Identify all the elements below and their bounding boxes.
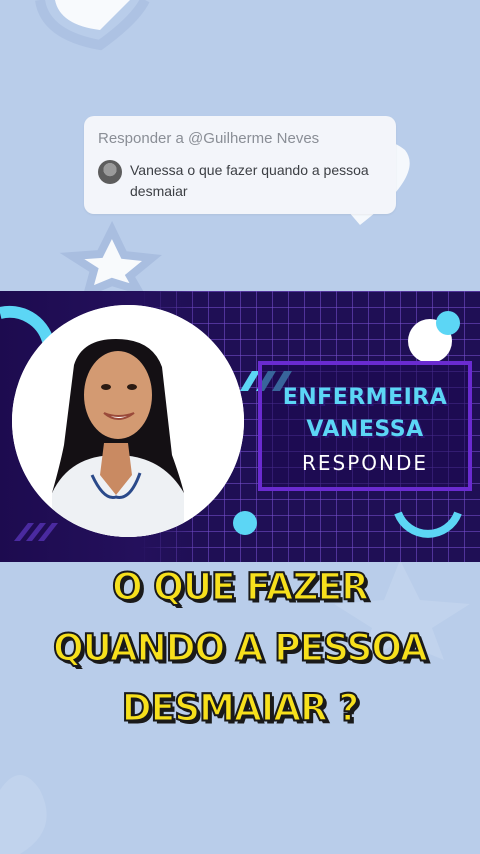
title-line-2: VANESSA [306, 417, 424, 442]
cyan-dot-top-right [436, 311, 460, 335]
reply-comment-text: Vanessa o que fazer quando a pessoa desm… [130, 162, 369, 199]
star-shape-left [59, 220, 162, 299]
cyan-dot-bottom [233, 511, 257, 535]
nurse-portrait-illustration [12, 305, 244, 537]
reply-comment-card[interactable]: Responder a @Guilherme Neves Vanessa o q… [84, 116, 396, 214]
caption-line-1: O QUE FAZER [111, 565, 370, 610]
heart-shape-bottom-left [0, 775, 47, 854]
caption-line-2: QUANDO A PESSOA [52, 626, 429, 671]
reply-header: Responder a @Guilherme Neves [98, 130, 320, 147]
avatar [98, 160, 122, 184]
title-box: ENFERMEIRA VANESSA RESPONDE [258, 361, 472, 491]
cyan-arc-top-left [0, 305, 54, 343]
nurse-photo [12, 305, 244, 537]
video-banner: ENFERMEIRA VANESSA RESPONDE [0, 291, 480, 562]
cyan-arc-bottom-right [394, 511, 462, 538]
purple-stripes-bottom-left [14, 523, 58, 541]
title-line-1: ENFERMEIRA [282, 385, 448, 410]
title-line-3: RESPONDE [301, 451, 429, 475]
caption-line-3: DESMAIAR ? [121, 686, 360, 731]
